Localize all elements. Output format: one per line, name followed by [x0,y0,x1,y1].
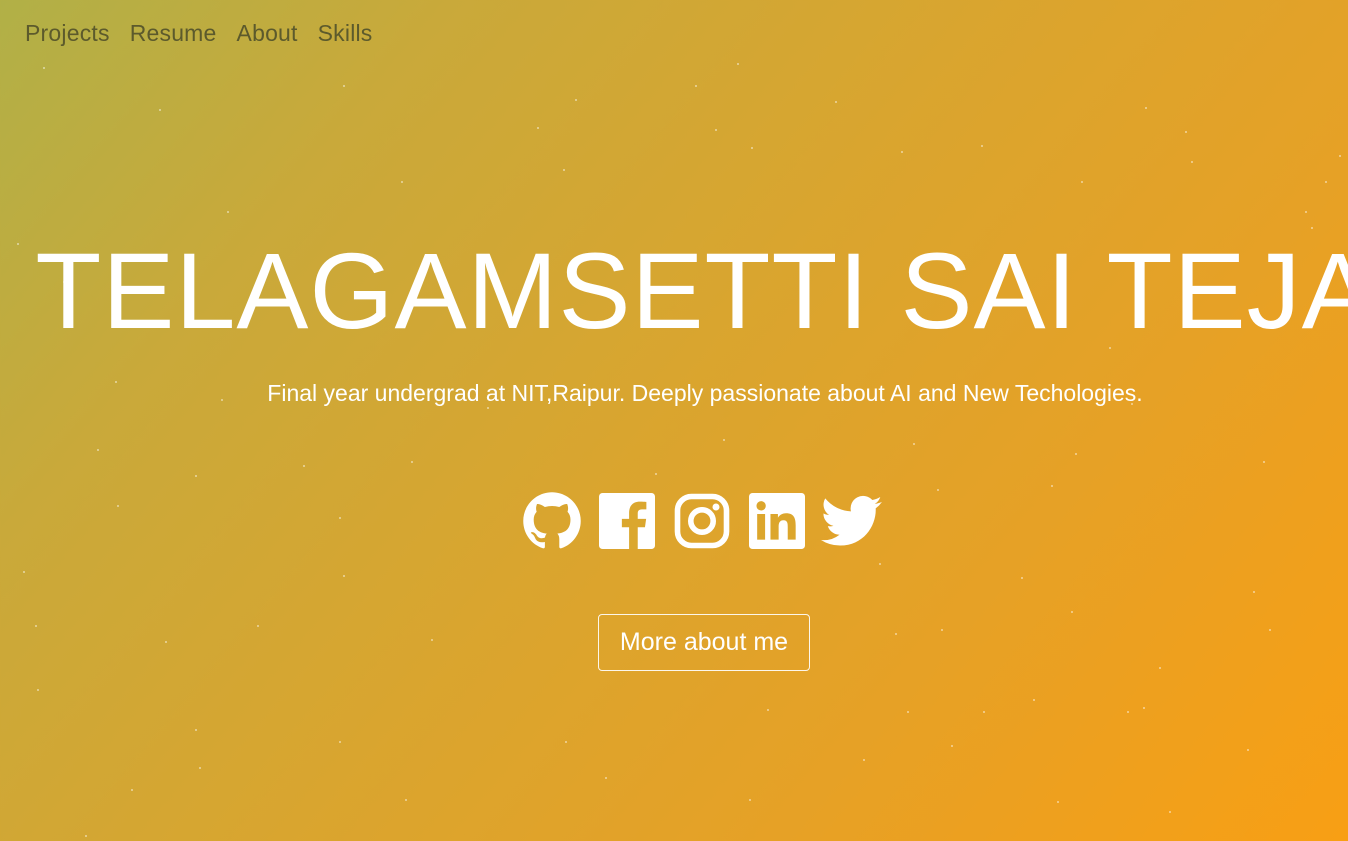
twitter-icon [821,495,882,546]
linkedin-link[interactable] [746,490,808,552]
github-icon [523,492,581,549]
more-about-me-button[interactable]: More about me [598,614,810,671]
facebook-icon [599,493,655,549]
github-link[interactable] [521,490,583,552]
nav-item-skills[interactable]: Skills [318,20,373,47]
instagram-icon [674,493,730,549]
nav-item-projects[interactable]: Projects [25,20,110,47]
twitter-link[interactable] [821,490,883,552]
hero-subtitle: Final year undergrad at NIT,Raipur. Deep… [267,380,1143,406]
nav-item-about[interactable]: About [237,20,298,47]
social-links [521,490,896,552]
instagram-link[interactable] [671,490,733,552]
nav-item-resume[interactable]: Resume [130,20,217,47]
linkedin-icon [749,493,805,549]
top-nav: Projects Resume About Skills [25,20,393,47]
hero-title: TELAGAMSETTI SAI TEJA [35,230,1348,351]
facebook-link[interactable] [596,490,658,552]
star-particles-background [17,63,1341,837]
